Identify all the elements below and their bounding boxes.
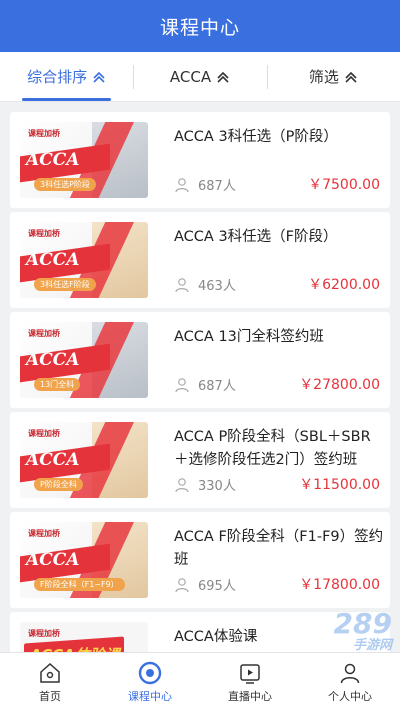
enrollment-count: 695人 [198, 579, 236, 594]
user-icon [340, 663, 360, 683]
course-thumbnail: 课程加桥 ACCA F阶段全科（F1~F9） [20, 522, 148, 598]
thumb-brand: 课程加桥 [28, 129, 60, 138]
enrollment: 330人 [174, 475, 236, 494]
filter-bar: 综合排序 ACCA 筛选 [0, 52, 400, 102]
course-title: ACCA F阶段全科（F1-F9）签约班 [174, 529, 384, 568]
enrollment: 687人 [174, 375, 236, 394]
thumb-brand: 课程加桥 [28, 529, 60, 538]
live-icon [240, 663, 260, 684]
thumb-acca-text: ACCA [26, 150, 80, 170]
course-icon [138, 661, 162, 684]
person-icon [175, 577, 189, 592]
course-list: 课程加桥 ACCA 3科任选P阶段 ACCA 3科任选（P阶段） 687人 ￥7… [0, 104, 400, 652]
filter-sort-label: 综合排序 [27, 68, 88, 86]
course-thumbnail: 课程加桥 ACCA 3科任选P阶段 [20, 122, 148, 198]
course-thumbnail: 课程加桥 ACCA 3科任选F阶段 [20, 222, 148, 298]
enrollment-count: 463人 [198, 279, 236, 294]
course-price: ￥17800.00 [299, 577, 380, 593]
course-title: ACCA 13门全科签约班 [174, 329, 324, 345]
thumb-acca-text: ACCA体验课 [30, 644, 120, 652]
thumb-brand: 课程加桥 [28, 429, 60, 438]
course-price: ￥6200.00 [308, 277, 380, 293]
course-card[interactable]: 课程加桥 ACCA 3科任选F阶段 ACCA 3科任选（F阶段） 463人 ￥6… [10, 212, 390, 308]
enrollment: 695人 [174, 575, 236, 594]
thumb-acca-text: ACCA [26, 350, 80, 370]
filter-sort[interactable]: 综合排序 [0, 52, 133, 101]
nav-course-label: 课程中心 [128, 689, 172, 703]
course-card[interactable]: 课程加桥 ACCA F阶段全科（F1~F9） ACCA F阶段全科（F1-F9）… [10, 512, 390, 608]
course-card[interactable]: 课程加桥 ACCA 3科任选P阶段 ACCA 3科任选（P阶段） 687人 ￥7… [10, 112, 390, 208]
filter-acca-label: ACCA [169, 67, 212, 86]
thumb-brand: 课程加桥 [28, 329, 60, 338]
course-card[interactable]: 课程加桥 ACCA P阶段全科 ACCA P阶段全科（SBL＋SBR＋选修阶段任… [10, 412, 390, 508]
nav-home-label: 首页 [39, 689, 61, 703]
nav-user-label: 个人中心 [328, 689, 372, 703]
person-icon [175, 177, 189, 192]
thumb-tag: 13门全科 [34, 378, 81, 391]
enrollment: 687人 [174, 175, 236, 194]
chevron-up-icon [217, 71, 229, 83]
thumb-tag: P阶段全科 [34, 478, 83, 491]
thumb-brand: 课程加桥 [28, 229, 60, 238]
thumb-brand: 课程加桥 [28, 629, 60, 638]
enrollment-count: 687人 [198, 179, 236, 194]
thumb-tag: 3科任选F阶段 [34, 278, 96, 291]
nav-course[interactable]: 课程中心 [100, 653, 200, 711]
nav-user[interactable]: 个人中心 [300, 653, 400, 711]
course-price: ￥11500.00 [299, 477, 380, 493]
course-thumbnail: 课程加桥 ACCA 13门全科 [20, 322, 148, 398]
course-card[interactable]: 课程加桥 ACCA 13门全科 ACCA 13门全科签约班 687人 ￥2780… [10, 312, 390, 408]
thumb-acca-text: ACCA [26, 250, 80, 270]
thumb-acca-text: ACCA [26, 450, 80, 470]
home-icon [40, 662, 60, 683]
filter-acca[interactable]: ACCA [133, 52, 266, 101]
thumb-acca-text: ACCA [26, 550, 80, 570]
thumb-tag: F阶段全科（F1~F9） [34, 578, 125, 591]
enrollment-count: 330人 [198, 479, 236, 494]
nav-home[interactable]: 首页 [0, 653, 100, 711]
course-price: ￥27800.00 [299, 377, 380, 393]
person-icon [175, 377, 189, 392]
app-header: 课程中心 [0, 0, 400, 52]
watermark: 289 手游网 [334, 607, 392, 653]
person-icon [175, 477, 189, 492]
course-title: ACCA P阶段全科（SBL＋SBR＋选修阶段任选2门）签约班 [174, 429, 371, 468]
course-price: ￥7500.00 [308, 177, 380, 193]
thumb-tag: 3科任选P阶段 [34, 178, 96, 191]
course-title: ACCA 3科任选（P阶段） [174, 129, 338, 145]
nav-live-label: 直播中心 [228, 689, 272, 703]
course-title: ACCA 3科任选（F阶段） [174, 229, 338, 245]
page-title: 课程中心 [159, 16, 240, 39]
chevron-up-icon [93, 71, 105, 83]
person-icon [175, 277, 189, 292]
enrollment-count: 687人 [198, 379, 236, 394]
filter-screen-label: 筛选 [308, 68, 339, 86]
nav-live[interactable]: 直播中心 [200, 653, 300, 711]
chevron-up-icon [345, 71, 357, 83]
enrollment: 463人 [174, 275, 236, 294]
bottom-nav: 首页 课程中心 直播中心 个人中心 [0, 652, 400, 711]
course-thumbnail: 课程加桥 ACCA P阶段全科 [20, 422, 148, 498]
filter-screen[interactable]: 筛选 [266, 52, 400, 101]
course-thumbnail: 课程加桥 ACCA体验课 [20, 622, 148, 652]
